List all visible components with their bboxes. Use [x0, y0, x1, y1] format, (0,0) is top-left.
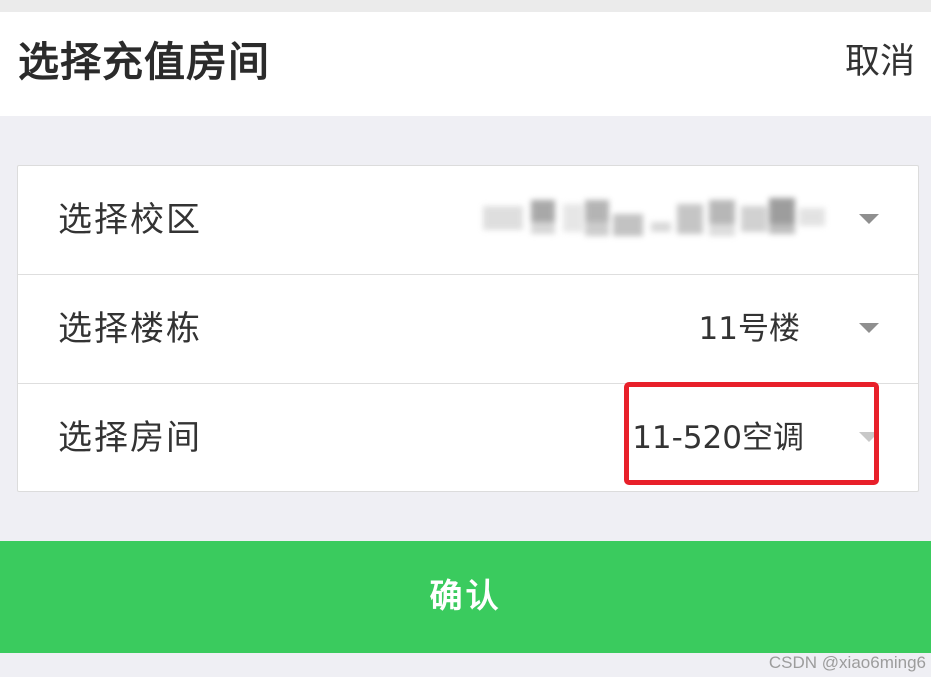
campus-select[interactable]: 选择校区 [18, 166, 918, 274]
room-select[interactable]: 选择房间 11-520空调 [18, 383, 918, 492]
building-select-value: 11号楼 [698, 311, 800, 347]
confirm-button-label: 确认 [429, 576, 502, 615]
cancel-button[interactable]: 取消 [845, 39, 915, 85]
dialog-header: 选择充值房间 取消 [0, 12, 931, 116]
chevron-down-icon [859, 323, 879, 333]
status-strip [0, 0, 931, 12]
dialog-title: 选择充值房间 [18, 38, 270, 86]
building-select-label: 选择楼栋 [58, 309, 202, 349]
watermark: CSDN @xiao6ming6 [768, 653, 926, 672]
selection-form: 选择校区 选择楼栋 11号楼 选择房间 11-520空调 [17, 165, 919, 492]
chevron-down-icon [859, 432, 879, 442]
confirm-button[interactable]: 确认 [0, 541, 931, 653]
campus-value-redacted [473, 196, 828, 242]
chevron-down-icon [859, 214, 879, 224]
room-select-value: 11-520空调 [632, 420, 804, 456]
room-select-label: 选择房间 [58, 418, 202, 458]
campus-select-label: 选择校区 [58, 200, 202, 240]
building-select[interactable]: 选择楼栋 11号楼 [18, 274, 918, 383]
